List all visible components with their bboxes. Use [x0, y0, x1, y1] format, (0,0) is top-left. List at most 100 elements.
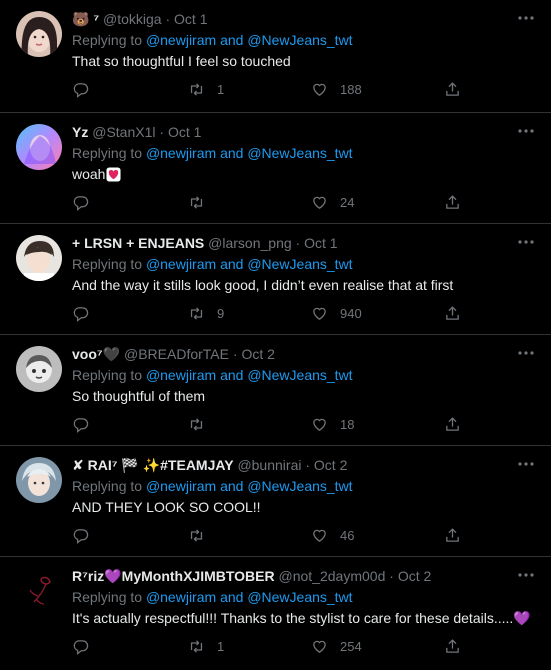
share-icon — [446, 638, 459, 653]
like-button[interactable]: 188 — [311, 79, 362, 99]
reply-button[interactable] — [72, 303, 89, 323]
display-name[interactable]: + LRSN + ENJEANS — [72, 235, 204, 251]
mention-link[interactable]: @NewJeans_twt — [247, 367, 352, 383]
tweet[interactable]: + LRSN + ENJEANS @larson_png · Oct 1 Rep… — [0, 224, 551, 335]
reply-button[interactable] — [72, 636, 89, 656]
display-name[interactable]: ✘ RAI⁷ 🏁 ✨#TEAMJAY — [72, 457, 234, 473]
share-button[interactable] — [444, 303, 461, 323]
avatar[interactable] — [16, 457, 62, 503]
mention-and: and — [220, 367, 244, 383]
mention-link[interactable]: @newjiram — [146, 589, 216, 605]
handle[interactable]: @larson_png — [208, 235, 292, 251]
replying-prefix: Replying to — [72, 367, 143, 383]
share-button[interactable] — [444, 525, 461, 545]
tweet-date[interactable]: Oct 1 — [304, 235, 337, 251]
ellipsis-icon[interactable] — [517, 460, 535, 468]
handle[interactable]: @not_2daym00d — [279, 568, 386, 584]
reply-button[interactable] — [72, 414, 89, 434]
tweet-header: R⁷riz💜MyMonthXJIMBTOBER @not_2daym00d · … — [72, 567, 539, 585]
tweet-actions: 1 188 — [72, 79, 472, 99]
avatar[interactable] — [16, 235, 62, 281]
tweet-date[interactable]: Oct 2 — [314, 457, 347, 473]
mention-link[interactable]: @newjiram — [146, 145, 216, 161]
ellipsis-icon[interactable] — [517, 349, 535, 357]
tweet-actions: 9 940 — [72, 303, 472, 323]
retweet-icon — [190, 306, 203, 320]
tweet-text: So thoughtful of them — [72, 388, 206, 404]
display-name[interactable]: Yz — [72, 124, 88, 140]
mention-link[interactable]: @newjiram — [146, 478, 216, 494]
avatar[interactable] — [16, 346, 62, 392]
retweet-count: 1 — [217, 81, 225, 97]
like-button[interactable]: 24 — [311, 192, 354, 212]
reply-icon — [73, 82, 89, 98]
separator-dot: · — [389, 568, 394, 584]
separator-dot: · — [232, 346, 238, 362]
retweet-button[interactable] — [188, 525, 217, 545]
tweet-text: It's actually respectful!!! Thanks to th… — [72, 610, 531, 626]
tweet-header: ✘ RAI⁷ 🏁 ✨#TEAMJAY @bunnirai · Oct 2 — [72, 456, 539, 474]
mention-link[interactable]: @newjiram — [146, 367, 216, 383]
handle[interactable]: @StanX1l — [92, 124, 155, 140]
replying-to: Replying to @newjiram and @NewJeans_twt — [72, 476, 539, 496]
separator-dot: · — [165, 11, 171, 27]
handle[interactable]: @tokkiga — [103, 11, 162, 27]
mention-and: and — [220, 32, 244, 48]
reply-button[interactable] — [72, 525, 89, 545]
tweet-date[interactable]: Oct 2 — [398, 568, 431, 584]
avatar[interactable] — [16, 124, 62, 170]
mention-link[interactable]: @NewJeans_twt — [247, 478, 352, 494]
tweet-date[interactable]: Oct 2 — [241, 346, 274, 362]
reply-button[interactable] — [72, 192, 89, 212]
display-name[interactable]: R⁷riz💜MyMonthXJIMBTOBER — [72, 568, 275, 584]
mention-link[interactable]: @NewJeans_twt — [247, 589, 352, 605]
tweet-date[interactable]: Oct 1 — [168, 124, 201, 140]
heart-emoji-icon — [106, 167, 121, 182]
share-button[interactable] — [444, 192, 461, 212]
like-button[interactable]: 254 — [311, 636, 362, 656]
share-button[interactable] — [444, 636, 461, 656]
tweet[interactable]: 🐻 ⁷ @tokkiga · Oct 1 Replying to @newjir… — [0, 0, 551, 113]
tweet[interactable]: R⁷riz💜MyMonthXJIMBTOBER @not_2daym00d · … — [0, 557, 551, 669]
tweet-date[interactable]: Oct 1 — [174, 11, 207, 27]
display-name[interactable]: 🐻 ⁷ — [72, 11, 99, 27]
mention-link[interactable]: @newjiram — [146, 256, 216, 272]
display-name[interactable]: voo⁷🖤 — [72, 346, 120, 362]
share-icon — [446, 416, 459, 431]
tweet-actions: 46 — [72, 525, 472, 545]
share-button[interactable] — [444, 79, 461, 99]
retweet-button[interactable]: 1 — [188, 636, 224, 656]
mention-link[interactable]: @NewJeans_twt — [247, 145, 352, 161]
reply-button[interactable] — [72, 79, 89, 99]
ellipsis-icon[interactable] — [517, 127, 535, 135]
share-button[interactable] — [444, 414, 461, 434]
handle[interactable]: @bunnirai — [237, 457, 301, 473]
retweet-button[interactable] — [188, 414, 217, 434]
reply-icon — [73, 417, 89, 433]
tweet[interactable]: voo⁷🖤 @BREADforTAE · Oct 2 Replying to @… — [0, 335, 551, 446]
like-button[interactable]: 940 — [311, 303, 362, 323]
like-button[interactable]: 46 — [311, 525, 354, 545]
avatar[interactable] — [16, 11, 62, 57]
mention-link[interactable]: @NewJeans_twt — [247, 32, 352, 48]
mention-link[interactable]: @newjiram — [146, 32, 216, 48]
retweet-button[interactable] — [188, 192, 217, 212]
handle[interactable]: @BREADforTAE — [124, 346, 229, 362]
ellipsis-icon[interactable] — [517, 238, 535, 246]
mention-link[interactable]: @NewJeans_twt — [247, 256, 352, 272]
ellipsis-icon[interactable] — [517, 571, 535, 579]
retweet-icon — [190, 195, 203, 209]
avatar[interactable] — [16, 568, 62, 614]
replying-prefix: Replying to — [72, 256, 143, 272]
retweet-button[interactable]: 9 — [188, 303, 224, 323]
retweet-count: 1 — [217, 638, 225, 654]
like-button[interactable]: 18 — [311, 414, 354, 434]
ellipsis-icon[interactable] — [517, 14, 535, 22]
retweet-button[interactable]: 1 — [188, 79, 224, 99]
replying-to: Replying to @newjiram and @NewJeans_twt — [72, 365, 539, 385]
replying-to: Replying to @newjiram and @NewJeans_twt — [72, 254, 539, 274]
replying-prefix: Replying to — [72, 32, 143, 48]
heart-icon — [313, 196, 326, 209]
tweet[interactable]: ✘ RAI⁷ 🏁 ✨#TEAMJAY @bunnirai · Oct 2 Rep… — [0, 446, 551, 557]
tweet[interactable]: Yz @StanX1l · Oct 1 Replying to @newjira… — [0, 113, 551, 224]
